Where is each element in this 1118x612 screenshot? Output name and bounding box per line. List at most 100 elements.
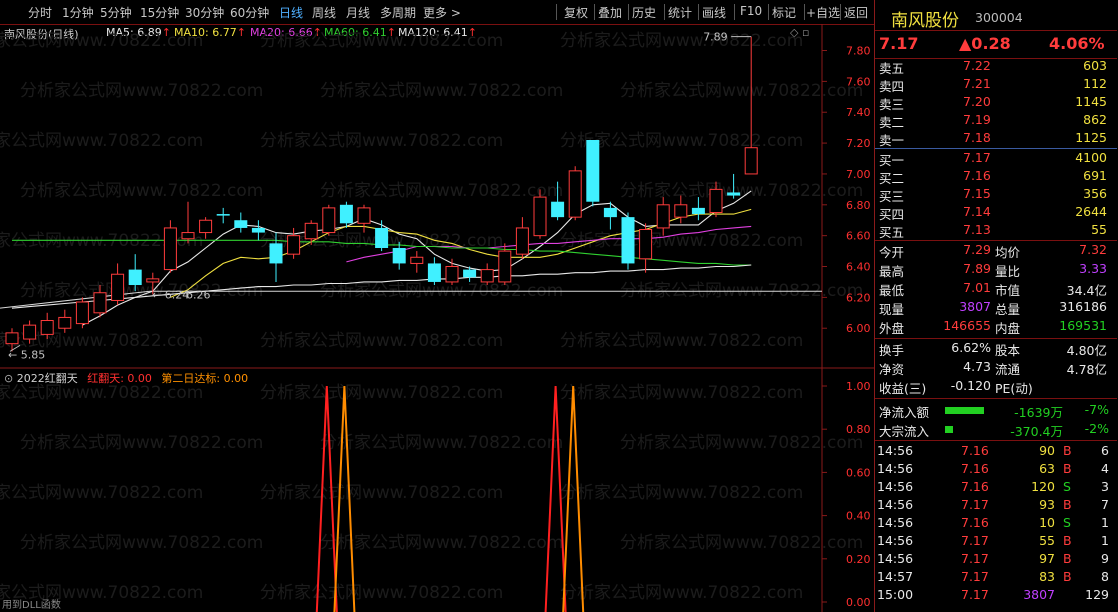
- tick-row[interactable]: 15:00 7.17 3807 129: [875, 587, 1115, 605]
- candle-body[interactable]: [498, 250, 512, 283]
- period-tab-30min[interactable]: 30分钟: [185, 4, 224, 21]
- ask-row[interactable]: 卖三 7.20 1145: [875, 94, 1115, 112]
- tick-count: 4: [1101, 461, 1109, 476]
- candle-body[interactable]: [603, 207, 617, 218]
- candle-body[interactable]: [621, 217, 635, 264]
- f10-button[interactable]: F10: [740, 4, 762, 18]
- candle-body[interactable]: [304, 222, 318, 240]
- candle-body[interactable]: [568, 170, 582, 218]
- candle-body[interactable]: [727, 192, 741, 196]
- tick-row[interactable]: 14:56 7.16 120 S 3: [875, 479, 1115, 497]
- tick-row[interactable]: 14:57 7.17 83 B 8: [875, 569, 1115, 587]
- more-periods-button[interactable]: 更多 >: [423, 4, 461, 21]
- candle-body[interactable]: [269, 243, 283, 264]
- candle-body[interactable]: [128, 269, 142, 286]
- candle-body[interactable]: [287, 235, 301, 255]
- period-tab-multi[interactable]: 多周期: [380, 4, 416, 21]
- tick-volume: 120: [1031, 479, 1055, 494]
- candle-body[interactable]: [5, 332, 19, 345]
- candle-body[interactable]: [93, 292, 107, 314]
- period-tab-60min[interactable]: 60分钟: [230, 4, 269, 21]
- candle-body[interactable]: [322, 207, 336, 234]
- tick-time: 14:57: [877, 569, 914, 584]
- bid-row[interactable]: 买五 7.13 55: [875, 222, 1115, 240]
- candle-body[interactable]: [656, 204, 670, 229]
- draw-line-button[interactable]: 画线: [702, 4, 726, 21]
- restore-rights-button[interactable]: 复权: [564, 4, 588, 21]
- candle-body[interactable]: [339, 204, 353, 224]
- period-tab-monthly[interactable]: 月线: [346, 4, 370, 21]
- period-tab-fenshi[interactable]: 分时: [28, 4, 52, 21]
- add-favorite-button[interactable]: +自选: [806, 4, 840, 21]
- tick-row[interactable]: 14:56 7.16 10 S 1: [875, 515, 1115, 533]
- candle-body[interactable]: [357, 207, 371, 224]
- candle-body[interactable]: [216, 214, 230, 216]
- ask-volume: 603: [1083, 58, 1107, 73]
- candle-body[interactable]: [709, 188, 723, 214]
- candle-body[interactable]: [251, 227, 265, 233]
- mark-button[interactable]: 标记: [772, 4, 796, 21]
- candle-body[interactable]: [199, 219, 213, 234]
- candle-body[interactable]: [375, 227, 389, 248]
- candle-body[interactable]: [427, 263, 441, 282]
- candle-body[interactable]: [674, 204, 688, 218]
- candle-body[interactable]: [533, 196, 547, 237]
- tick-row[interactable]: 14:56 7.16 90 B 6: [875, 443, 1115, 461]
- candle-body[interactable]: [111, 273, 125, 301]
- candle-body[interactable]: [480, 269, 494, 283]
- candle-body[interactable]: [445, 266, 459, 283]
- candle-body[interactable]: [463, 269, 477, 278]
- stat-label: 市值: [995, 283, 1021, 298]
- candle-body[interactable]: [75, 301, 89, 325]
- candle-body[interactable]: [639, 228, 653, 260]
- overlay-button[interactable]: 叠加: [598, 4, 622, 21]
- bid-row[interactable]: 买三 7.15 356: [875, 186, 1115, 204]
- toolbar-divider: [628, 4, 629, 20]
- money-flow-row: 大宗流入 -370.4万 -2%: [875, 421, 1115, 439]
- period-tab-15min[interactable]: 15分钟: [140, 4, 179, 21]
- ask-row[interactable]: 卖二 7.19 862: [875, 112, 1115, 130]
- statistics-button[interactable]: 统计: [668, 4, 692, 21]
- candle-body[interactable]: [410, 256, 424, 264]
- back-button[interactable]: 返回: [844, 4, 868, 21]
- watermark-text: 分析家公式网www.70822.com: [20, 433, 263, 453]
- ask-label: 卖五: [879, 61, 905, 76]
- divider: [875, 30, 1117, 31]
- divider: [875, 338, 1117, 339]
- candle-body[interactable]: [551, 201, 565, 218]
- ask-row[interactable]: 卖五 7.22 603: [875, 58, 1115, 76]
- period-tab-5min[interactable]: 5分钟: [100, 4, 132, 21]
- tick-volume: 55: [1039, 533, 1055, 548]
- candle-body[interactable]: [163, 227, 177, 271]
- bid-row[interactable]: 买四 7.14 2644: [875, 204, 1115, 222]
- candle-body[interactable]: [392, 248, 406, 264]
- period-tab-1min[interactable]: 1分钟: [62, 4, 94, 21]
- tick-row[interactable]: 14:56 7.17 97 B 9: [875, 551, 1115, 569]
- tick-row[interactable]: 14:56 7.17 93 B 7: [875, 497, 1115, 515]
- mid-price-label-b: 6.26: [186, 288, 211, 301]
- period-tab-daily[interactable]: 日线: [279, 4, 303, 21]
- candle-body[interactable]: [146, 278, 160, 283]
- bid-row[interactable]: 买一 7.17 4100: [875, 150, 1115, 168]
- history-button[interactable]: 历史: [632, 4, 656, 21]
- candle-body[interactable]: [40, 320, 54, 335]
- candle-body[interactable]: [744, 147, 758, 175]
- bid-row[interactable]: 买二 7.16 691: [875, 168, 1115, 186]
- candle-body[interactable]: [23, 324, 37, 340]
- indicator-chart[interactable]: 分析家公式网www.70822.com 分析家公式网www.70822.com 分析…: [0, 368, 874, 612]
- ask-row[interactable]: 卖一 7.18 1125: [875, 130, 1115, 148]
- candle-body[interactable]: [691, 207, 705, 215]
- candle-body[interactable]: [586, 140, 600, 202]
- indicator-y-tick-label: 0.60: [846, 466, 871, 479]
- ask-row[interactable]: 卖四 7.21 112: [875, 76, 1115, 94]
- candle-body[interactable]: [58, 316, 72, 329]
- candle-body[interactable]: [181, 232, 195, 240]
- tick-row[interactable]: 14:56 7.17 55 B 1: [875, 533, 1115, 551]
- candlestick-chart[interactable]: 分析家公式网www.70822.com 分析家公式网www.70822.com 分析…: [0, 24, 874, 369]
- divider: [875, 398, 1117, 399]
- tick-volume: 3807: [1023, 587, 1055, 602]
- candle-body[interactable]: [515, 227, 529, 255]
- period-tab-weekly[interactable]: 周线: [312, 4, 336, 21]
- tick-row[interactable]: 14:56 7.16 63 B 4: [875, 461, 1115, 479]
- candle-body[interactable]: [234, 220, 248, 228]
